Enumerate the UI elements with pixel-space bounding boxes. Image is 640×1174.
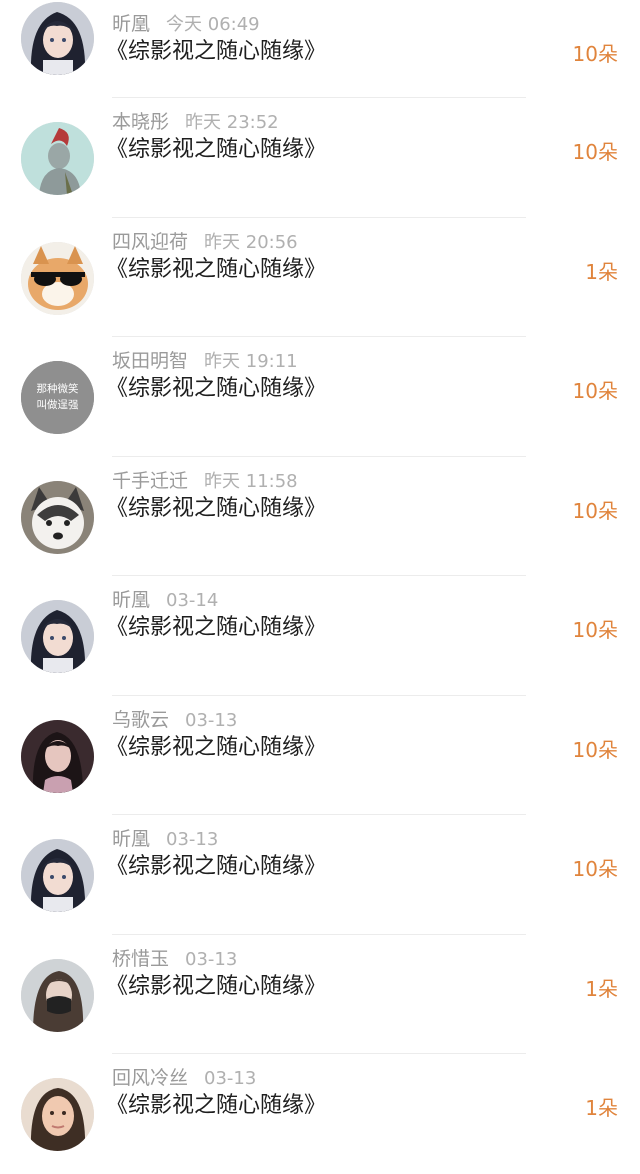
book-title[interactable]: 《综影视之随心随缘》 (106, 38, 326, 66)
book-title[interactable]: 《综影视之随心随缘》 (106, 375, 326, 403)
list-item[interactable]: 昕凰 03-13 《综影视之随心随缘》 10朵 (0, 815, 640, 935)
avatar-text-line1: 那种微笑 (37, 382, 79, 395)
book-title[interactable]: 《综影视之随心随缘》 (106, 136, 326, 164)
anime-boy-icon (21, 122, 94, 195)
list-item[interactable]: 千手迁迁 昨天 11:58 《综影视之随心随缘》 10朵 (0, 457, 640, 576)
user-meta: 昕凰 今天 06:49 (112, 12, 260, 37)
timestamp: 03-13 (185, 948, 238, 970)
avatar[interactable] (21, 839, 94, 912)
list-item[interactable]: 那种微笑 叫做逞强 坂田明智 昨天 19:11 《综影视之随心随缘》 10朵 (0, 337, 640, 457)
user-meta: 昕凰 03-14 (112, 588, 218, 613)
timestamp: 昨天 19:11 (204, 351, 298, 372)
timestamp: 03-13 (185, 709, 238, 731)
user-name[interactable]: 本晓彤 (112, 111, 169, 133)
user-meta: 本晓彤 昨天 23:52 (112, 110, 279, 135)
book-title[interactable]: 《综影视之随心随缘》 (106, 734, 326, 762)
avatar[interactable] (21, 241, 94, 315)
timestamp: 03-14 (166, 590, 219, 611)
avatar-text-line2: 叫做逞强 (37, 398, 79, 411)
avatar[interactable] (21, 958, 94, 1032)
gift-count: 1朵 (585, 1096, 618, 1120)
gift-count: 10朵 (572, 618, 618, 642)
gift-count: 10朵 (572, 379, 618, 403)
book-title[interactable]: 《综影视之随心随缘》 (106, 973, 326, 1001)
user-name[interactable]: 坂田明智 (112, 350, 188, 372)
book-title[interactable]: 《综影视之随心随缘》 (106, 614, 326, 642)
user-name[interactable]: 昕凰 (112, 589, 150, 611)
user-meta: 四风迎荷 昨天 20:56 (112, 230, 298, 255)
gift-count: 10朵 (572, 498, 618, 523)
list-item[interactable]: 乌歌云 03-13 《综影视之随心随缘》 10朵 (0, 696, 640, 815)
gift-count: 10朵 (572, 140, 618, 164)
avatar[interactable] (21, 719, 94, 793)
anime-girl-icon (21, 600, 94, 673)
list-item[interactable]: 桥惜玉 03-13 《综影视之随心随缘》 1朵 (0, 935, 640, 1054)
avatar[interactable] (21, 122, 94, 195)
user-meta: 昕凰 03-13 (112, 827, 218, 852)
user-meta: 坂田明智 昨天 19:11 (112, 349, 298, 374)
user-meta: 回风冷丝 03-13 (112, 1066, 256, 1091)
user-meta: 乌歌云 03-13 (112, 708, 237, 733)
user-name[interactable]: 四风迎荷 (112, 231, 188, 253)
gift-record-list: 昕凰 今天 06:49 《综影视之随心随缘》 10朵 本晓彤 昨天 23:52 《综… (0, 0, 640, 1174)
timestamp: 昨天 11:58 (204, 470, 298, 492)
book-title[interactable]: 《综影视之随心随缘》 (106, 495, 326, 523)
gift-count: 1朵 (585, 259, 618, 284)
book-title[interactable]: 《综影视之随心随缘》 (106, 853, 326, 881)
avatar[interactable] (21, 1078, 94, 1151)
gift-count: 10朵 (572, 857, 618, 881)
timestamp: 03-13 (166, 829, 219, 850)
timestamp: 今天 06:49 (166, 14, 260, 35)
user-meta: 千手迁迁 昨天 11:58 (112, 469, 298, 494)
user-name[interactable]: 千手迁迁 (112, 470, 188, 492)
anime-girl-icon (21, 839, 94, 912)
avatar[interactable] (21, 480, 94, 554)
gift-count: 10朵 (572, 737, 618, 762)
masked-girl-icon (21, 958, 94, 1032)
user-name[interactable]: 回风冷丝 (112, 1067, 188, 1089)
list-item[interactable]: 回风冷丝 03-13 《综影视之随心随缘》 1朵 (0, 1054, 640, 1174)
text-avatar-icon: 那种微笑 叫做逞强 (21, 361, 94, 434)
timestamp: 昨天 20:56 (204, 231, 298, 253)
cat-sunglasses-icon (21, 241, 94, 315)
gift-count: 10朵 (572, 42, 618, 66)
avatar[interactable]: 那种微笑 叫做逞强 (21, 361, 94, 434)
book-title[interactable]: 《综影视之随心随缘》 (106, 1092, 326, 1120)
avatar[interactable] (21, 600, 94, 673)
list-item[interactable]: 昕凰 今天 06:49 《综影视之随心随缘》 10朵 (0, 0, 640, 98)
list-item[interactable]: 昕凰 03-14 《综影视之随心随缘》 10朵 (0, 576, 640, 696)
list-item[interactable]: 本晓彤 昨天 23:52 《综影视之随心随缘》 10朵 (0, 98, 640, 218)
user-name[interactable]: 乌歌云 (112, 709, 169, 731)
timestamp: 03-13 (204, 1068, 257, 1089)
anime-girl-icon (21, 2, 94, 75)
list-item[interactable]: 四风迎荷 昨天 20:56 《综影视之随心随缘》 1朵 (0, 218, 640, 337)
book-title[interactable]: 《综影视之随心随缘》 (106, 256, 326, 284)
user-name[interactable]: 桥惜玉 (112, 948, 169, 970)
user-meta: 桥惜玉 03-13 (112, 947, 237, 972)
timestamp: 昨天 23:52 (185, 112, 279, 133)
husky-dog-icon (21, 480, 94, 554)
gift-count: 1朵 (585, 976, 618, 1001)
selfie-woman-icon (21, 1078, 94, 1151)
dark-hair-girl-icon (21, 719, 94, 793)
avatar[interactable] (21, 2, 94, 75)
user-name[interactable]: 昕凰 (112, 828, 150, 850)
user-name[interactable]: 昕凰 (112, 13, 150, 35)
